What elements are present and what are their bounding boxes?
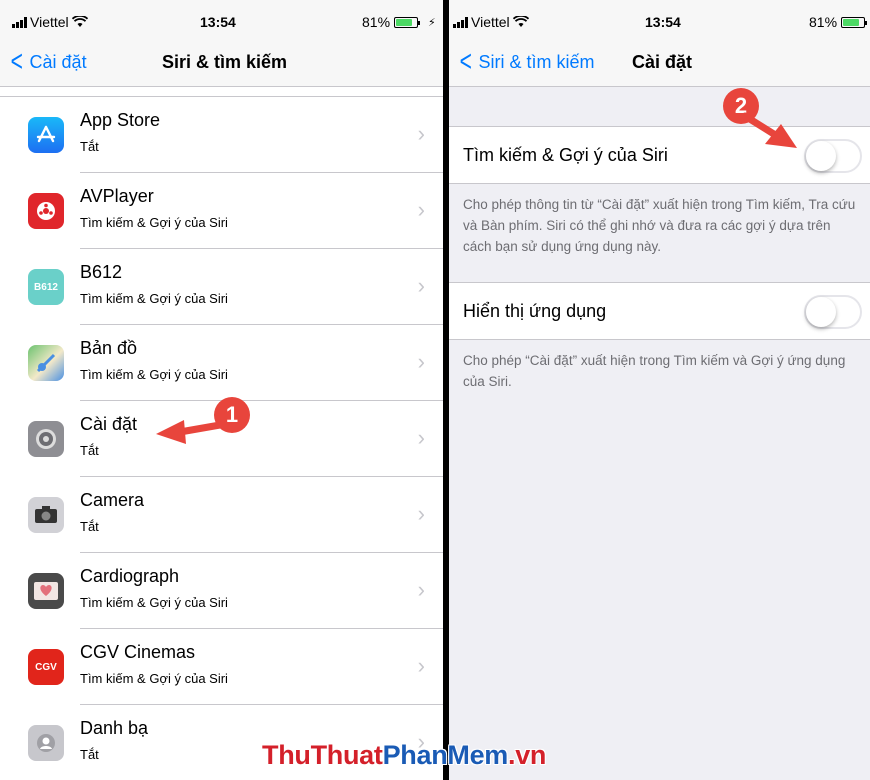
clock: 13:54 (645, 14, 681, 30)
app-row[interactable]: B612 B612 Tìm kiếm & Gợi ý của Siri › (0, 249, 443, 325)
app-row[interactable]: App Store Tắt › (0, 97, 443, 173)
show-app-cell: Hiển thị ứng dụng (449, 282, 870, 340)
arrow-annotation-2 (741, 112, 797, 148)
battery-percent: 81% (809, 14, 838, 30)
app-row[interactable]: Camera Tắt › (0, 477, 443, 553)
wifi-icon (71, 16, 88, 27)
chevron-left-icon: < (459, 45, 472, 78)
contacts-icon (28, 725, 64, 761)
left-screen: Viettel 13:54 81% ⚡ < Cài đặt Siri & tìm… (0, 0, 443, 780)
watermark-part2: PhanMem (382, 740, 509, 770)
chevron-right-icon: › (417, 121, 425, 146)
siri-suggestions-toggle[interactable] (804, 139, 862, 173)
status-bar-right: Viettel 13:54 81% (449, 0, 870, 42)
app-status: Tìm kiếm & Gợi ý của Siri (80, 671, 228, 686)
app-name: Bản đồ (80, 338, 138, 358)
icon-text: B612 (34, 281, 58, 293)
carrier: Viettel (12, 14, 88, 30)
page-title: Cài đặt (632, 52, 693, 72)
avplayer-icon (28, 193, 64, 229)
show-app-footer: Cho phép “Cài đặt” xuất hiện trong Tìm k… (463, 353, 846, 389)
back-label: Cài đặt (29, 51, 87, 72)
settings-gear-icon (28, 421, 64, 457)
carrier-right: Viettel (453, 14, 529, 30)
app-name: Cardiograph (80, 566, 180, 586)
battery-icon (394, 16, 421, 28)
siri-suggestions-cell: Tìm kiếm & Gợi ý của Siri (449, 126, 870, 184)
chevron-right-icon: › (417, 577, 425, 602)
right-screen: Viettel 13:54 81% < Siri & tìm kiếm Cài … (449, 0, 870, 780)
app-name: AVPlayer (80, 186, 154, 206)
app-name: App Store (80, 110, 161, 130)
page-title: Siri & tìm kiếm (162, 52, 288, 72)
app-status: Tìm kiếm & Gợi ý của Siri (80, 367, 228, 382)
chevron-right-icon: › (417, 653, 425, 678)
chevron-right-icon: › (417, 425, 425, 450)
app-name: Danh bạ (80, 718, 149, 738)
app-status: Tắt (80, 443, 99, 458)
app-name: B612 (80, 262, 123, 282)
app-status: Tắt (80, 139, 99, 154)
app-row[interactable]: AVPlayer Tìm kiếm & Gợi ý của Siri › (0, 173, 443, 249)
clock: 13:54 (200, 14, 236, 30)
chevron-right-icon: › (417, 349, 425, 374)
app-status: Tìm kiếm & Gợi ý của Siri (80, 291, 228, 306)
carrier-name: Viettel (471, 14, 510, 30)
battery-percent: 81% (362, 14, 391, 30)
watermark: ThuThuatPhanMem.vn (262, 740, 546, 771)
app-row[interactable]: Cardiograph Tìm kiếm & Gợi ý của Siri › (0, 553, 443, 629)
show-app-label: Hiển thị ứng dụng (463, 301, 607, 321)
charging-icon: ⚡ (428, 16, 436, 29)
watermark-part1: ThuThuat (262, 740, 383, 770)
back-label: Siri & tìm kiếm (478, 51, 595, 72)
app-status: Tìm kiếm & Gợi ý của Siri (80, 215, 228, 230)
chevron-right-icon: › (417, 273, 425, 298)
siri-suggestions-label: Tìm kiếm & Gợi ý của Siri (463, 145, 668, 165)
back-button-siri[interactable]: < Siri & tìm kiếm (457, 45, 595, 78)
app-status: Tắt (80, 519, 99, 534)
app-name: CGV Cinemas (80, 642, 196, 662)
siri-suggestions-footer: Cho phép thông tin từ “Cài đặt” xuất hiệ… (463, 197, 856, 254)
toggle-knob (806, 141, 836, 171)
status-bar: Viettel 13:54 81% ⚡ (0, 0, 443, 42)
battery-status: 81% ⚡ (362, 14, 436, 30)
app-status: Tìm kiếm & Gợi ý của Siri (80, 595, 228, 610)
show-app-toggle[interactable] (804, 295, 862, 329)
battery-fill (396, 18, 413, 26)
app-row[interactable]: CGV CGV Cinemas Tìm kiếm & Gợi ý của Siri › (0, 629, 443, 705)
arrow-annotation-1 (156, 420, 222, 444)
chevron-right-icon: › (417, 197, 425, 222)
battery-icon (841, 16, 868, 28)
app-row[interactable]: Bản đồ Tìm kiếm & Gợi ý của Siri › (0, 325, 443, 401)
battery-fill (843, 18, 860, 26)
wifi-icon (512, 16, 529, 27)
toggle-knob (806, 297, 836, 327)
back-button[interactable]: < Cài đặt (8, 45, 87, 78)
cgv-icon: CGV (28, 649, 64, 685)
app-name: Camera (80, 490, 145, 510)
chevron-right-icon: › (417, 501, 425, 526)
chevron-left-icon: < (10, 45, 23, 78)
app-status: Tắt (80, 747, 99, 762)
app-store-icon (28, 117, 64, 153)
cardiograph-icon (28, 573, 64, 609)
watermark-part3: .vn (508, 740, 547, 770)
signal-icon (12, 16, 27, 28)
icon-text: CGV (35, 661, 57, 673)
b612-icon: B612 (28, 269, 64, 305)
nav-bar: < Cài đặt Siri & tìm kiếm (0, 42, 443, 87)
signal-icon (453, 16, 468, 28)
maps-icon (28, 345, 64, 381)
battery-status: 81% (809, 14, 868, 30)
carrier-name: Viettel (30, 14, 69, 30)
camera-icon (28, 497, 64, 533)
nav-bar-right: < Siri & tìm kiếm Cài đặt (449, 42, 870, 87)
app-name: Cài đặt (80, 414, 138, 434)
